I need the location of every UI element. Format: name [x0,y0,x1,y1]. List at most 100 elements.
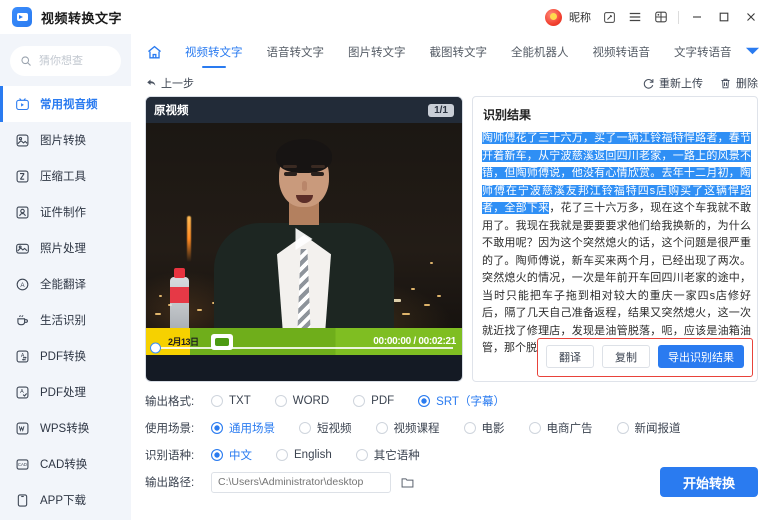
export-result-button[interactable]: 导出识别结果 [658,345,744,368]
main-content: 视频转文字 语音转文字 图片转文字 截图转文字 全能机器人 视频转语音 文字转语… [131,34,770,520]
tab-audio-to-text[interactable]: 语音转文字 [255,35,337,69]
compress-icon [14,168,31,185]
nickname-label[interactable]: 昵称 [569,9,591,25]
sidebar-item-translate[interactable]: A 全能翻译 [0,266,131,302]
format-option-word[interactable]: WORD [274,395,329,407]
sidebar-item-wps-convert[interactable]: WPS转换 [0,410,131,446]
scene-option-general[interactable]: 通用场景 [211,420,275,436]
theme-skin-icon[interactable] [648,4,674,30]
tab-video-to-text[interactable]: 视频转文字 [173,35,255,69]
reupload-button-label: 重新上传 [659,78,703,90]
radio-dot [528,422,541,434]
format-option-pdf[interactable]: PDF [353,395,394,407]
result-text-body[interactable]: 陶师傅花了三十六万，买了一辆江铃福特悍路者，春节开着新车，从宁波慈溪返回四川老家… [478,130,755,358]
result-text-rest[interactable]: ，花了三十六万多，现在这个车我就不敢用了。我现在我就是要要要求他们给我换新的，为… [482,202,751,354]
language-row: 识别语种: 中文 English 其它语种 [145,445,758,465]
back-button-label: 上一步 [161,78,194,90]
sidebar-item-common-media[interactable]: 常用视音频 [0,86,131,122]
avatar[interactable] [545,8,562,26]
play-triangle-icon[interactable] [295,228,313,250]
close-icon[interactable] [737,4,764,30]
tab-video-to-speech[interactable]: 视频转语音 [581,35,663,69]
search-input[interactable] [39,55,111,67]
video-panel-header: 原视频 1/1 [146,97,462,123]
sidebar-item-label: 证件制作 [40,207,86,219]
delete-button-label: 删除 [736,78,758,90]
radio-dot [274,395,287,407]
refresh-icon [642,77,655,90]
pdf-process-icon: A [14,384,31,401]
chevron-down-icon[interactable] [745,43,760,61]
scene-option-ecommerce-ad[interactable]: 电商广告 [528,420,593,436]
tab-image-to-text[interactable]: 图片转文字 [336,35,418,69]
tab-bar: 视频转文字 语音转文字 图片转文字 截图转文字 全能机器人 视频转语音 文字转语… [131,34,770,70]
svg-text:A: A [20,389,24,395]
pdf-convert-icon: A [14,348,31,365]
anchor-eye-left [284,172,297,176]
language-option-chinese[interactable]: 中文 [211,447,252,463]
radio-dot [463,422,476,434]
sidebar-item-id-photo[interactable]: 证件制作 [0,194,131,230]
translate-icon: A [14,276,31,293]
home-icon[interactable] [141,39,167,65]
tab-screenshot-to-text[interactable]: 截图转文字 [418,35,500,69]
scene-option-short-video[interactable]: 短视频 [299,420,352,436]
sidebar-item-app-download[interactable]: APP下载 [0,482,131,518]
image-convert-icon [14,132,31,149]
options-area: 输出格式: TXT WORD PDF SRT（字幕） 使用场景: 通用场景 短视… [131,382,770,520]
tab-all-purpose-robot[interactable]: 全能机器人 [499,35,581,69]
scene-option-news[interactable]: 新闻报道 [616,420,681,436]
sidebar-item-compress[interactable]: 压缩工具 [0,158,131,194]
output-format-row: 输出格式: TXT WORD PDF SRT（字幕） [145,391,758,411]
language-option-label: English [294,449,332,461]
toolbar: 上一步 重新上传 删除 [131,70,770,96]
sidebar: 常用视音频 图片转换 压缩工具 [0,34,131,520]
photo-edit-icon [14,240,31,257]
search-box[interactable] [10,46,121,76]
folder-icon[interactable] [400,475,415,490]
app-window: 视频转换文字 昵称 猜你想查 常用视音频 图片转换 压缩工具 证件制作 照片处理… [0,0,770,520]
sidebar-item-pdf-process[interactable]: A PDF处理 [0,374,131,410]
result-actions-group: 翻译 复制 导出识别结果 [537,338,753,377]
language-option-other[interactable]: 其它语种 [355,447,420,463]
edit-pencil-icon[interactable] [596,4,622,30]
format-option-srt[interactable]: SRT（字幕） [418,393,505,409]
trash-icon [719,77,732,90]
scrubber-knob[interactable] [150,342,161,353]
video-scrubber[interactable] [146,342,462,353]
scene-option-movie[interactable]: 电影 [463,420,505,436]
start-convert-button[interactable]: 开始转换 [660,467,758,497]
svg-text:A: A [20,282,25,289]
tab-text-to-speech[interactable]: 文字转语音 [662,35,744,69]
hamburger-menu-icon[interactable] [622,4,648,30]
sidebar-item-label: PDF处理 [40,387,86,399]
translate-button[interactable]: 翻译 [546,345,594,368]
output-path-label: 输出路径: [145,477,195,489]
body-wrapper: 常用视音频 图片转换 压缩工具 [0,34,770,520]
format-option-txt[interactable]: TXT [211,395,251,407]
sidebar-item-cad-convert[interactable]: CAD CAD转换 [0,446,131,482]
sidebar-item-photo-process[interactable]: 照片处理 [0,230,131,266]
scene-option-label: 电影 [481,423,505,435]
scene-option-video-course[interactable]: 视频课程 [375,420,440,436]
video-preview-panel: 原视频 1/1 2月13日 00:00:00 / 00:02:21 [145,96,463,382]
search-icon [20,55,32,67]
sidebar-item-image-convert[interactable]: 图片转换 [0,122,131,158]
reupload-button[interactable]: 重新上传 [642,75,703,91]
titlebar-divider [678,10,679,24]
language-label: 识别语种: [145,450,195,462]
video-player[interactable]: 2月13日 00:00:00 / 00:02:21 [146,123,462,355]
maximize-icon[interactable] [710,4,737,30]
language-option-english[interactable]: English [276,449,332,461]
back-button[interactable]: 上一步 [145,75,194,91]
video-text-logo-icon [12,7,32,27]
copy-button[interactable]: 复制 [602,345,650,368]
delete-button[interactable]: 删除 [719,75,758,91]
scrubber-track[interactable] [161,346,453,349]
sidebar-item-pdf-convert[interactable]: A PDF转换 [0,338,131,374]
sidebar-nav-list: 常用视音频 图片转换 压缩工具 证件制作 照片处理 A 全能翻译 生活识别 A … [0,86,131,520]
minimize-icon[interactable] [683,4,710,30]
sidebar-item-life-recognize[interactable]: 生活识别 [0,302,131,338]
sidebar-item-label: 照片处理 [40,243,86,255]
output-path-input[interactable] [211,471,391,493]
